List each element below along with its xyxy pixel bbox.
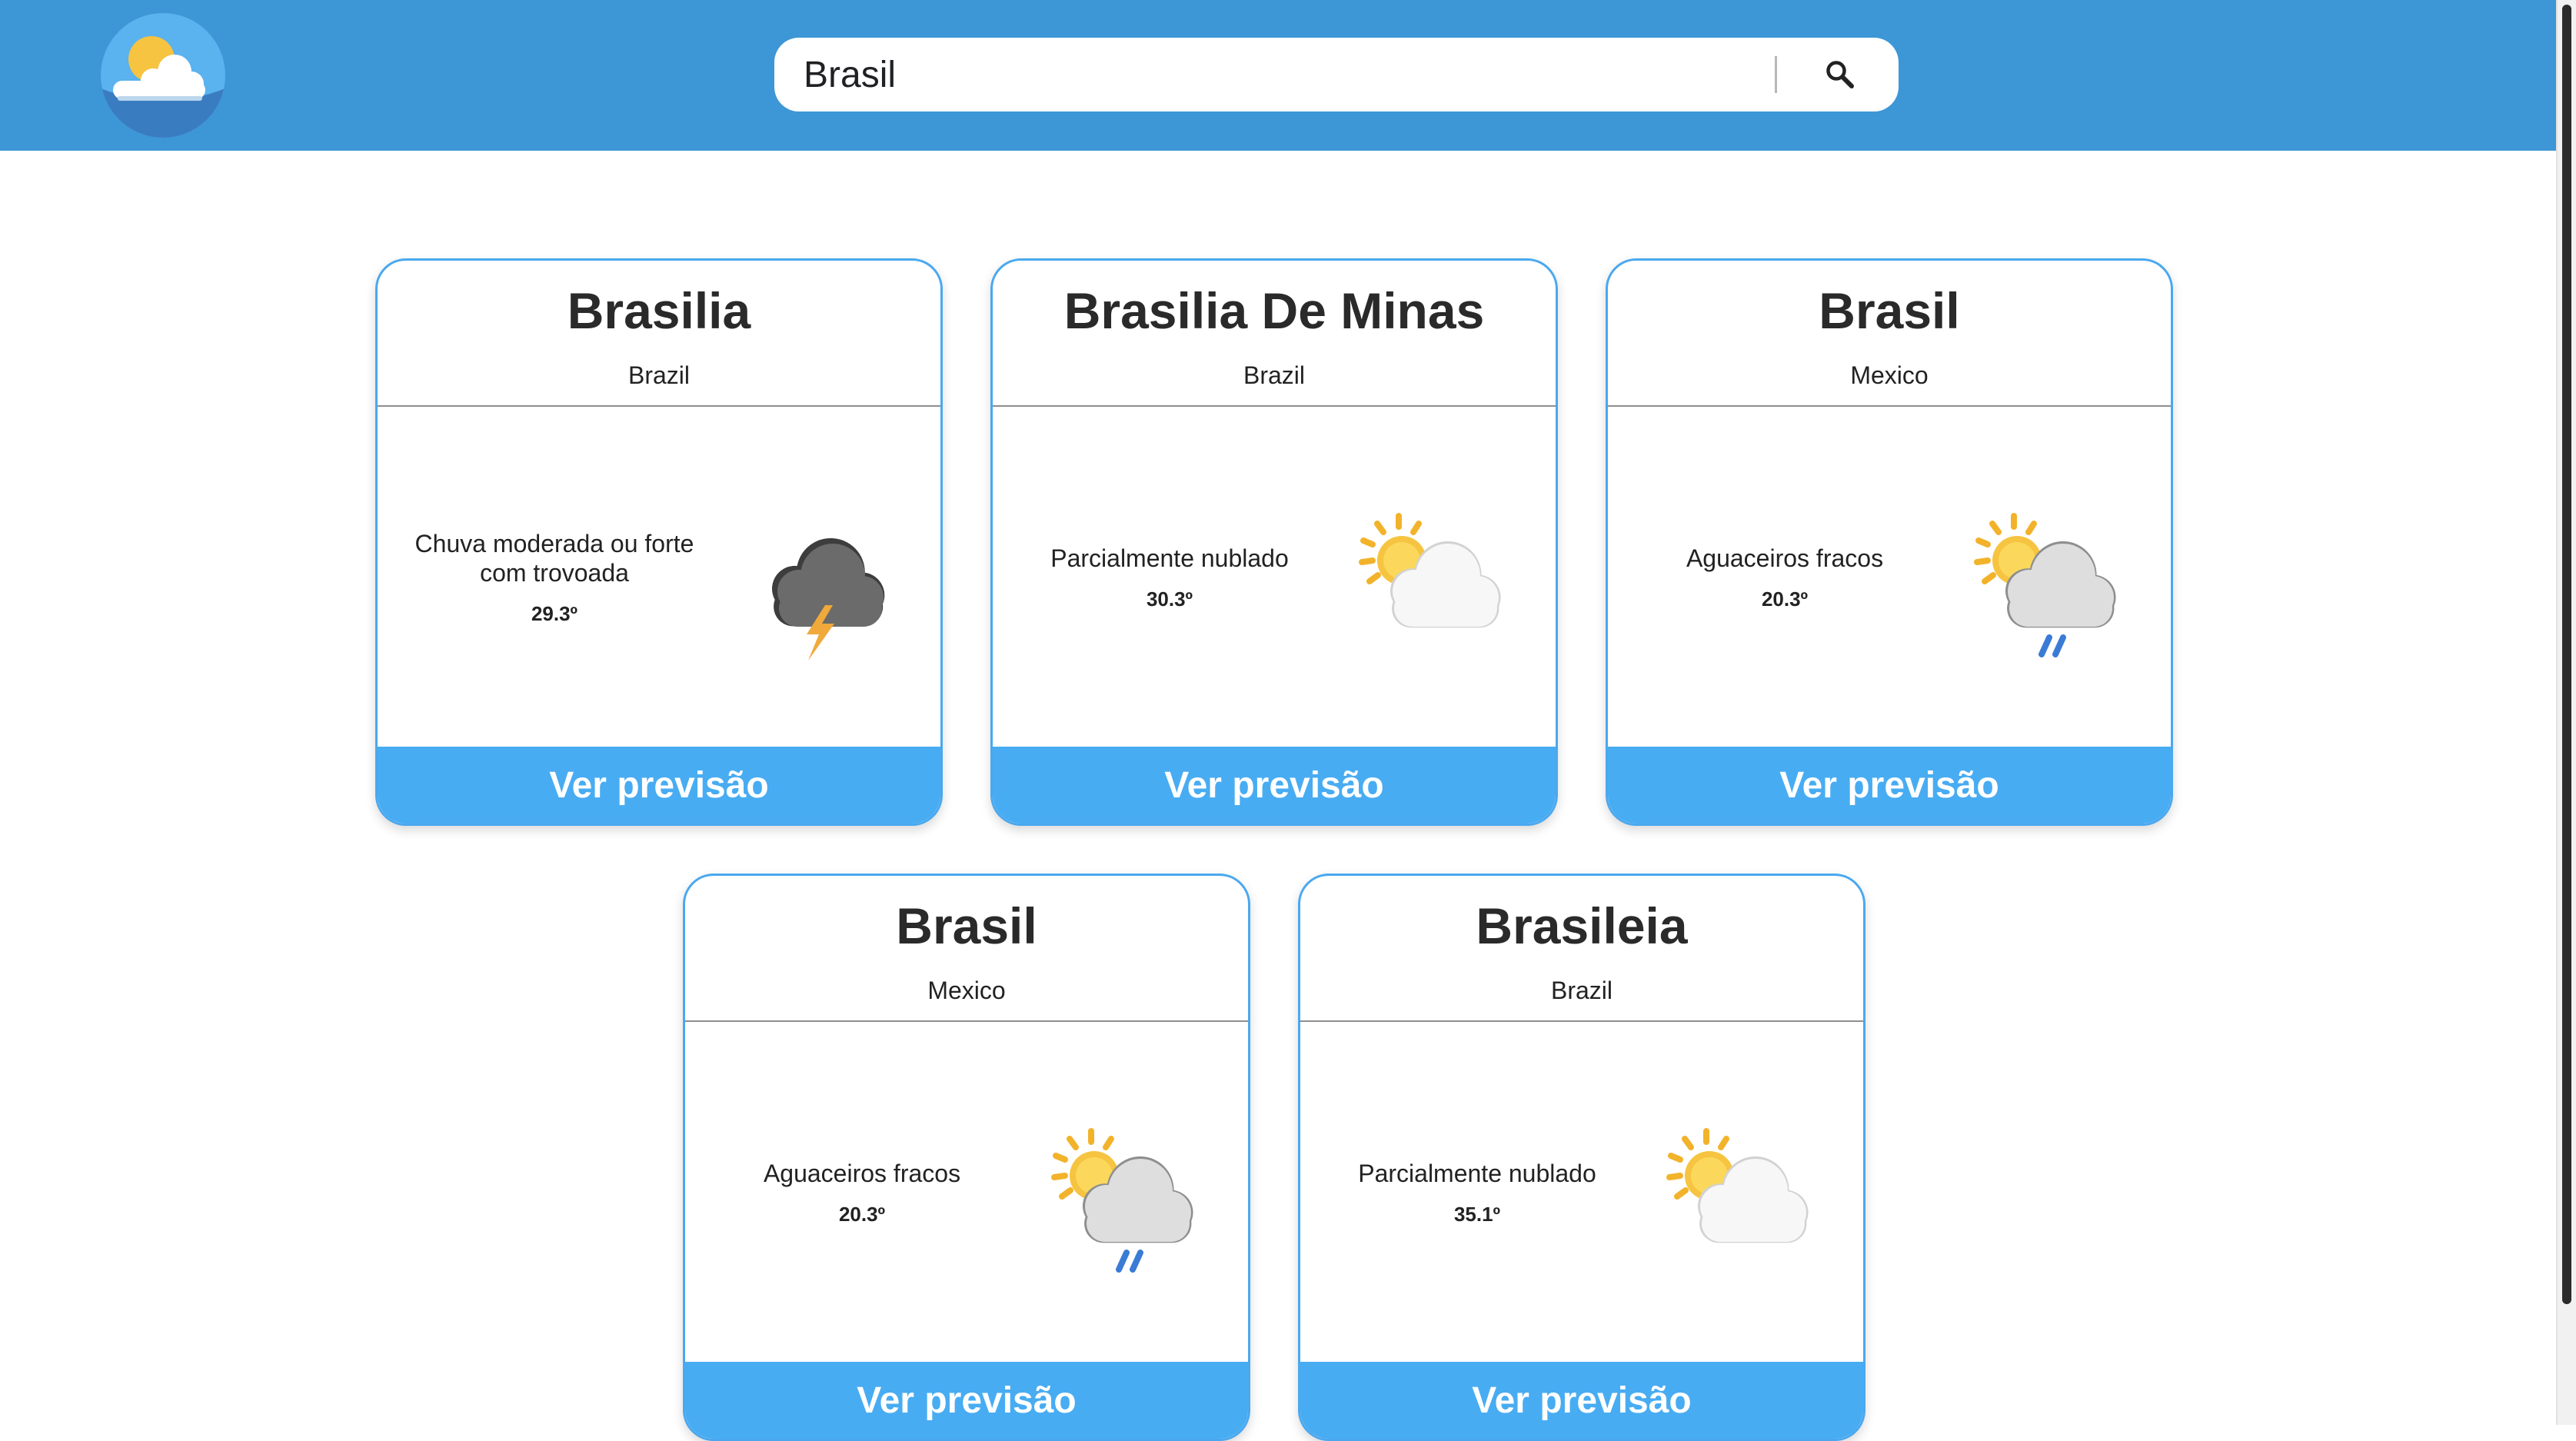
condition-block: Aguaceiros fracos 20.3º [1639,407,1931,749]
card-body: Parcialmente nublado 30.3º [993,407,1556,749]
condition-text: Parcialmente nublado [1358,1160,1596,1188]
card-header: Brasilia Brazil [378,261,940,407]
card-header: Brasilia De Minas Brazil [993,261,1556,407]
country-name: Mexico [927,977,1006,1004]
temperature: 20.3º [838,1202,886,1226]
scrollbar-thumb[interactable] [2562,5,2571,1304]
city-name: Brasil [896,897,1037,954]
condition-block: Parcialmente nublado 30.3º [1023,407,1316,749]
card-body: Chuva moderada ou forte com trovoada 29.… [378,407,940,749]
condition-block: Parcialmente nublado 35.1º [1331,1022,1623,1364]
search-input[interactable] [804,38,1765,111]
location-card: Brasileia Brazil Parcialmente nublado 35… [1298,874,1865,1441]
search-icon [1826,61,1854,88]
location-card: Brasilia Brazil Chuva moderada ou forte … [375,258,943,826]
temperature: 20.3º [1761,587,1809,611]
country-name: Mexico [1850,361,1929,389]
condition-block: Aguaceiros fracos 20.3º [716,1022,1008,1364]
country-name: Brazil [1243,361,1305,389]
condition-text: Parcialmente nublado [1050,544,1289,573]
country-name: Brazil [627,361,690,389]
search-divider [1775,56,1777,93]
view-forecast-button[interactable]: Ver previsão [685,1362,1248,1439]
view-forecast-button[interactable]: Ver previsão [1300,1362,1863,1439]
condition-block: Chuva moderada ou forte com trovoada 29.… [408,407,701,749]
city-name: Brasilia De Minas [1063,282,1485,339]
temperature: 29.3º [531,601,578,625]
location-card: Brasilia De Minas Brazil Parcialmente nu… [990,258,1558,826]
condition-text: Aguaceiros fracos [763,1160,961,1188]
temperature: 35.1º [1453,1202,1501,1226]
partly-cloudy-icon [1354,507,1501,628]
app-header [0,0,2556,151]
temperature: 30.3º [1146,587,1193,611]
page-scrollbar[interactable] [2556,0,2576,1425]
location-card: Brasil Mexico Aguaceiros fracos 20.3º Ve… [1606,258,2173,826]
card-body: Aguaceiros fracos 20.3º [1608,407,2171,749]
partly-cloudy-icon [1662,1122,1809,1243]
location-card: Brasil Mexico Aguaceiros fracos 20.3º Ve… [683,874,1250,1441]
card-header: Brasil Mexico [1608,261,2171,407]
sun-cloud-rain-icon [1969,507,2116,657]
city-name: Brasileia [1476,897,1688,954]
condition-text: Aguaceiros fracos [1686,544,1884,573]
card-header: Brasileia Brazil [1300,876,1863,1022]
sun-cloud-logo-icon[interactable] [101,13,225,138]
card-body: Aguaceiros fracos 20.3º [685,1022,1248,1364]
search-button[interactable] [1812,52,1868,98]
sun-cloud-rain-icon [1047,1122,1193,1273]
view-forecast-button[interactable]: Ver previsão [378,747,940,824]
view-forecast-button[interactable]: Ver previsão [1608,747,2171,824]
view-forecast-button[interactable]: Ver previsão [993,747,1556,824]
condition-text: Chuva moderada ou forte com trovoada [414,530,694,587]
country-name: Brazil [1550,977,1612,1004]
card-body: Parcialmente nublado 35.1º [1300,1022,1863,1364]
city-name: Brasilia [567,282,751,339]
card-header: Brasil Mexico [685,876,1248,1022]
city-name: Brasil [1819,282,1960,339]
search-bar [774,38,1899,111]
thunder-cloud-icon [772,537,885,661]
